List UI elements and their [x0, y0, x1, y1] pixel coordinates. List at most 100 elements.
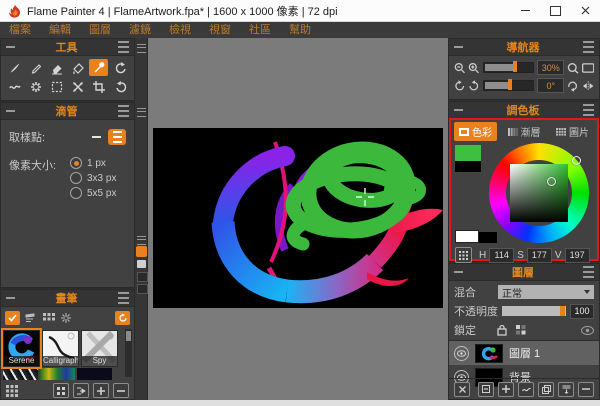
panel-handle-icon[interactable] [137, 108, 146, 117]
opacity-slider[interactable] [502, 306, 566, 316]
smooth-tool[interactable] [5, 78, 24, 95]
white-swatch[interactable] [455, 230, 479, 243]
black-swatch[interactable] [479, 232, 497, 243]
brush-thumb-partial[interactable] [3, 368, 38, 380]
menu-help[interactable]: 幫助 [280, 22, 320, 38]
zoom-value[interactable]: 30% [537, 60, 564, 75]
collapse-icon[interactable] [454, 271, 463, 273]
grid-view-icon[interactable] [6, 385, 18, 397]
brush-thumb-serene[interactable]: Serene [3, 330, 40, 367]
collapse-icon[interactable] [6, 297, 15, 299]
redo-button[interactable] [111, 78, 130, 95]
tab-color[interactable]: 色彩 [454, 122, 497, 141]
layer-curve-button[interactable] [518, 382, 534, 397]
lock-transparency-icon[interactable] [516, 325, 527, 336]
transform-tool[interactable] [68, 78, 87, 95]
collapse-icon[interactable] [6, 46, 15, 48]
zoom-in-icon[interactable] [468, 62, 479, 74]
brush-thumb-calligraphy[interactable]: Calligraphy [42, 330, 79, 367]
menu-window[interactable]: 視窗 [200, 22, 240, 38]
flame-brush-tool[interactable] [5, 59, 24, 76]
menu-layer[interactable]: 圖層 [80, 22, 120, 38]
maximize-button[interactable] [540, 0, 570, 22]
panel-menu-icon[interactable] [118, 292, 129, 304]
collapsed-tool-button[interactable] [137, 272, 148, 282]
brush-thumb-partial[interactable] [77, 368, 112, 380]
reset-rotation-icon[interactable] [567, 80, 578, 92]
rotate-cw-icon[interactable] [468, 80, 479, 92]
layer-row-1[interactable]: 圖層 1 [449, 341, 599, 365]
brush-grid-button[interactable] [53, 383, 69, 398]
sample-multi-button[interactable] [108, 129, 126, 145]
menu-edit[interactable]: 編輯 [40, 22, 80, 38]
h-value[interactable]: 114 [489, 248, 514, 263]
canvas-workspace[interactable] [148, 38, 448, 400]
hue-marker[interactable] [572, 156, 581, 165]
panel-handle-icon[interactable] [137, 44, 146, 53]
panel-menu-icon[interactable] [583, 104, 594, 116]
canvas[interactable] [153, 128, 443, 308]
panel-menu-icon[interactable] [118, 41, 129, 53]
collapse-icon[interactable] [6, 110, 15, 112]
scrollbar-thumb[interactable] [126, 331, 131, 341]
pixel-size-option-3x3[interactable]: 3x3 px [70, 172, 126, 184]
opacity-slider-handle[interactable] [560, 306, 565, 316]
panel-menu-icon[interactable] [583, 266, 594, 278]
brush-export-button[interactable] [73, 383, 89, 398]
menu-file[interactable]: 檔案 [0, 22, 40, 38]
palette-grid-button[interactable] [455, 247, 472, 263]
crop-tool[interactable] [89, 78, 108, 95]
sv-marker[interactable] [547, 177, 556, 186]
layer-delete-button[interactable] [578, 382, 594, 397]
sample-single-button[interactable] [88, 130, 104, 144]
brush-thumb-partial[interactable] [40, 368, 75, 380]
grid-type-icon[interactable] [43, 313, 55, 324]
brush-type-icon[interactable] [25, 313, 38, 324]
tab-image[interactable]: 圖片 [551, 122, 594, 141]
layer-clear-button[interactable] [454, 382, 470, 397]
close-button[interactable] [570, 0, 600, 22]
pencil-tool[interactable] [26, 59, 45, 76]
zoom-slider[interactable] [483, 62, 535, 73]
brush-filter-all-button[interactable] [5, 311, 20, 325]
s-value[interactable]: 177 [527, 248, 552, 263]
collapsed-tool-button[interactable] [137, 284, 148, 294]
sparkle-type-icon[interactable] [60, 312, 72, 324]
v-value[interactable]: 197 [565, 248, 590, 263]
zoom-slider-handle[interactable] [513, 61, 517, 72]
brush-thumb-spy[interactable]: Spy [81, 330, 118, 367]
collapse-icon[interactable] [454, 46, 463, 48]
select-tool[interactable] [47, 78, 66, 95]
lock-icon[interactable] [497, 324, 507, 336]
menu-community[interactable]: 社區 [240, 22, 280, 38]
layer-import-button[interactable] [478, 382, 494, 397]
brush-remove-button[interactable] [113, 383, 129, 398]
brush-scrollbar[interactable] [125, 329, 132, 377]
rotation-value[interactable]: 0° [537, 78, 564, 93]
panel-menu-icon[interactable] [118, 105, 129, 117]
tab-gradient[interactable]: 漸層 [503, 122, 546, 141]
collapsed-tool-button[interactable] [136, 246, 147, 257]
layer-visibility-toggle[interactable] [454, 346, 469, 361]
collapse-icon[interactable] [454, 109, 463, 111]
rotate-ccw-icon[interactable] [454, 80, 465, 92]
visibility-all-icon[interactable] [581, 326, 594, 335]
undo-button[interactable] [111, 59, 130, 76]
rotation-slider[interactable] [483, 80, 535, 91]
saturation-value-square[interactable] [510, 164, 568, 222]
panel-menu-icon[interactable] [583, 41, 594, 53]
brush-sync-button[interactable] [115, 311, 130, 325]
menu-filter[interactable]: 濾鏡 [120, 22, 160, 38]
zoom-out-icon[interactable] [454, 62, 465, 74]
menu-view[interactable]: 檢視 [160, 22, 200, 38]
eraser-tool[interactable] [47, 59, 66, 76]
collapsed-tool-button[interactable] [137, 260, 146, 268]
minimize-button[interactable] [510, 0, 540, 22]
rotation-slider-handle[interactable] [508, 79, 512, 90]
pixel-size-option-5x5[interactable]: 5x5 px [70, 187, 126, 199]
fill-tool[interactable] [68, 59, 87, 76]
blend-mode-dropdown[interactable]: 正常 [498, 285, 594, 299]
eyedropper-tool[interactable] [89, 59, 108, 76]
particle-tool[interactable] [26, 78, 45, 95]
layer-merge-button[interactable] [558, 382, 574, 397]
